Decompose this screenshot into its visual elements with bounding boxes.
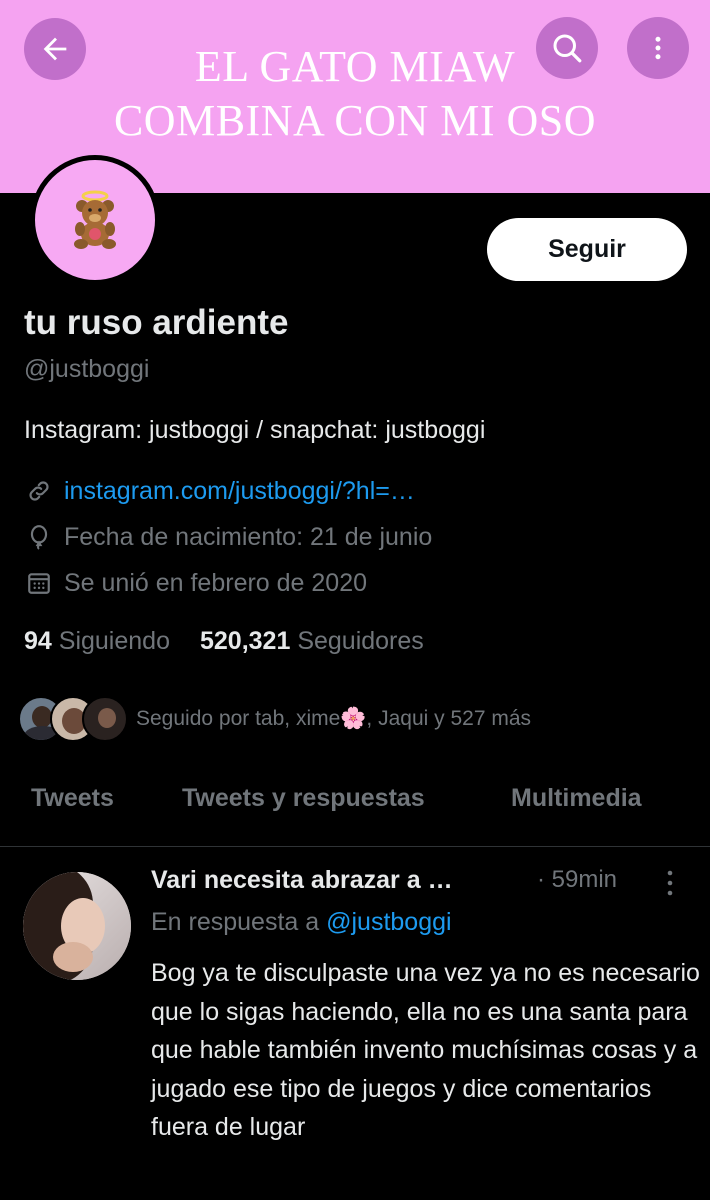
- banner-text: EL GATO MIAW COMBINA CON MI OSO: [0, 40, 710, 148]
- profile-link[interactable]: instagram.com/justboggi/?hl=…: [64, 477, 415, 506]
- profile-tabs: Tweets Tweets y respuestas Multimedia: [0, 770, 710, 836]
- tweet-body: Bog ya te disculpaste una vez ya no es n…: [151, 959, 700, 1141]
- profile-bio: Instagram: justboggi / snapchat: justbog…: [24, 416, 486, 444]
- tab-media[interactable]: Multimedia: [511, 784, 642, 813]
- calendar-icon: [24, 568, 54, 598]
- profile-name: tu ruso ardiente: [24, 303, 289, 342]
- follow-counts: 94 Siguiendo 520,321 Seguidores: [24, 627, 424, 656]
- birthday-text: Fecha de nacimiento: 21 de junio: [64, 522, 433, 551]
- profile-avatar[interactable]: [30, 155, 160, 285]
- profile-link-row: instagram.com/justboggi/?hl=…: [24, 473, 415, 509]
- reply-prefix: En respuesta a: [151, 908, 320, 936]
- follow-button[interactable]: Seguir: [487, 218, 687, 281]
- back-button[interactable]: [24, 18, 86, 80]
- joined-text: Se unió en febrero de 2020: [64, 568, 368, 597]
- teddy-bear-angel-icon: [74, 190, 116, 249]
- followers-label: Seguidores: [297, 627, 424, 655]
- more-options-button[interactable]: [627, 17, 689, 79]
- following-link[interactable]: 94 Siguiendo: [24, 627, 170, 655]
- follower-avatar-3: [82, 696, 128, 742]
- followers-count: 520,321: [199, 627, 291, 655]
- banner-line-1: EL GATO MIAW: [194, 42, 516, 91]
- tweet-reply-context: En respuesta a @justboggi: [151, 908, 452, 937]
- joined-row: Se unió en febrero de 2020: [24, 565, 367, 601]
- link-icon: [24, 476, 54, 506]
- profile-handle: @justboggi: [24, 355, 150, 383]
- followed-by-text: Seguido por tab, xime🌸, Jaqui y 527 más: [136, 707, 532, 730]
- birthday-row: Fecha de nacimiento: 21 de junio: [24, 519, 432, 555]
- search-icon: [553, 34, 582, 63]
- reply-mention[interactable]: @justboggi: [326, 908, 451, 936]
- tweet-author-avatar[interactable]: [23, 872, 131, 980]
- followed-by[interactable]: Seguido por tab, xime🌸, Jaqui y 527 más: [18, 696, 531, 742]
- banner-line-2: COMBINA CON MI OSO: [113, 96, 597, 145]
- tweet-author-name[interactable]: Vari necesita abrazar a …: [151, 866, 453, 895]
- tweet-more-button[interactable]: [660, 868, 680, 898]
- more-vertical-icon: [667, 870, 673, 896]
- following-count: 94: [24, 627, 52, 655]
- balloon-icon: [24, 522, 54, 552]
- arrow-left-icon: [43, 37, 67, 61]
- following-label: Siguiendo: [58, 627, 170, 655]
- tabs-divider: [0, 846, 710, 847]
- tweet-time: · 59min: [537, 866, 618, 893]
- tab-tweets-replies[interactable]: Tweets y respuestas: [182, 784, 425, 813]
- search-button[interactable]: [536, 17, 598, 79]
- followers-link[interactable]: 520,321 Seguidores: [200, 627, 424, 655]
- more-vertical-icon: [655, 36, 661, 60]
- tab-tweets[interactable]: Tweets: [31, 784, 114, 813]
